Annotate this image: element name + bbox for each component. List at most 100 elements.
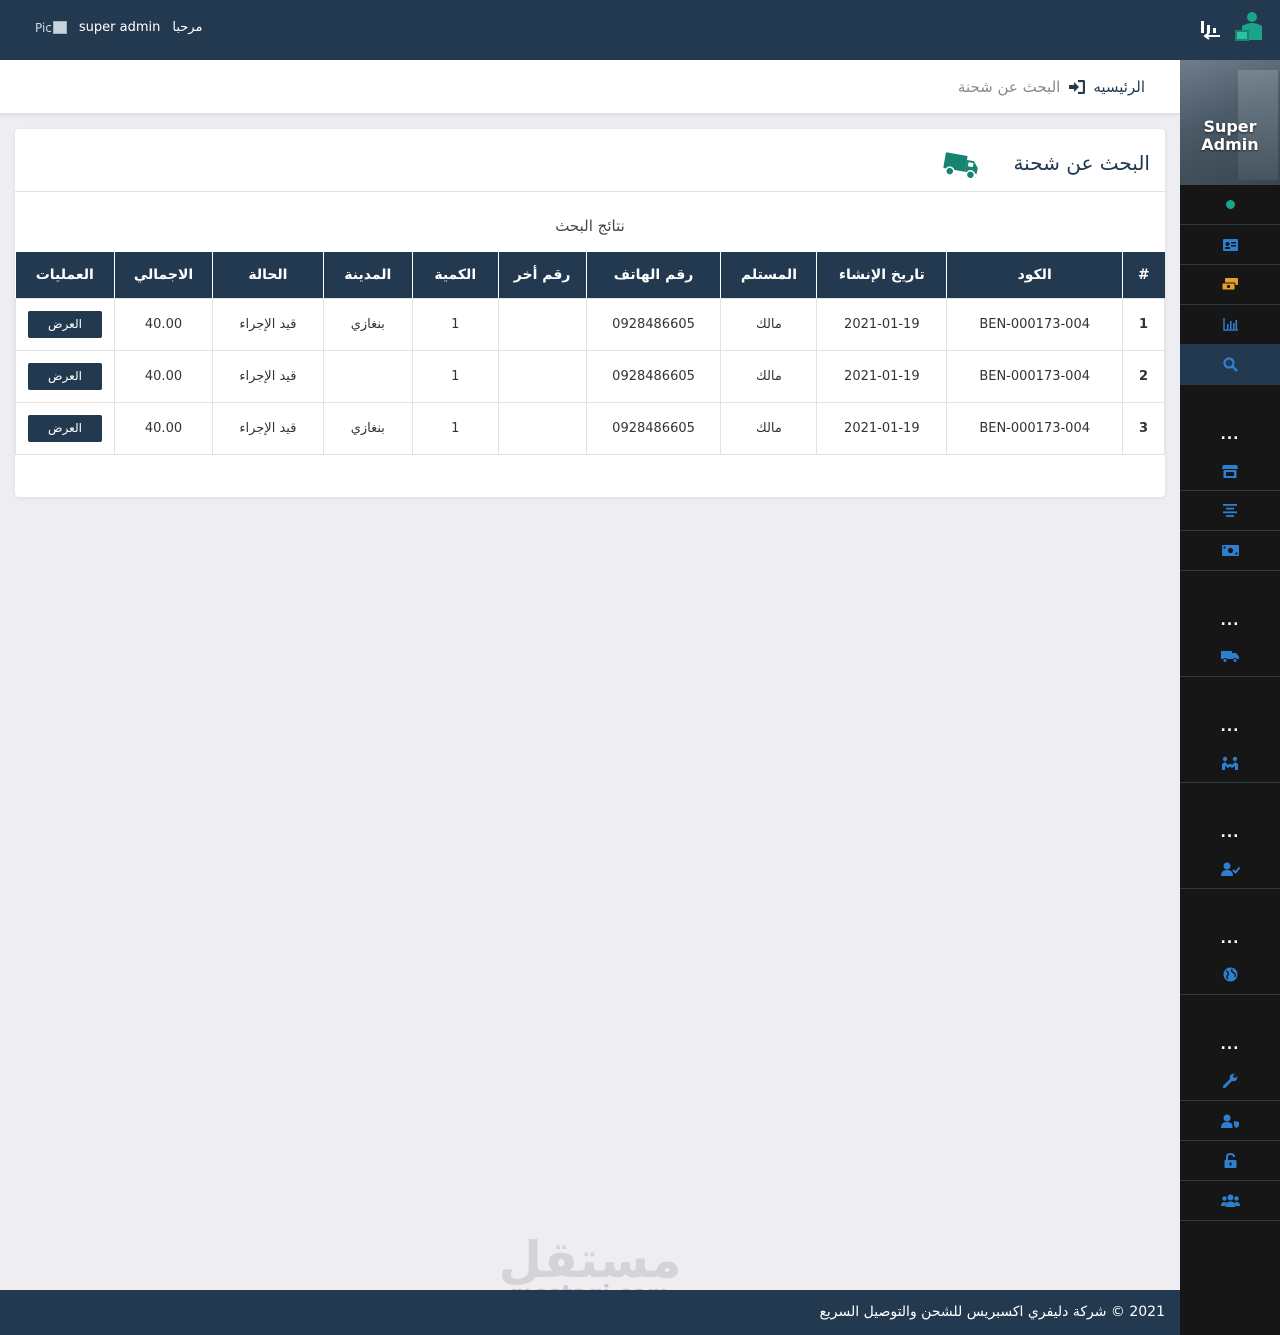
col-index: #: [1122, 252, 1165, 298]
bar-chart-icon: [1222, 318, 1238, 331]
cell-status: قيد الإجراء: [211, 297, 324, 351]
sign-out-icon: [1069, 80, 1086, 94]
sidebar-item-users-verify[interactable]: [1180, 849, 1280, 889]
cell-total: 40.00: [114, 349, 213, 403]
cell-created: 2021-01-19: [816, 349, 948, 403]
user-shield-icon: [1221, 1114, 1239, 1128]
sidebar-item-align[interactable]: [1180, 491, 1280, 531]
copyright-symbol: ©: [1110, 1304, 1125, 1320]
profile-name: Super Admin: [1180, 118, 1280, 154]
cell-city: بنغازي: [322, 297, 413, 351]
col-created: تاريخ الإنشاء: [816, 252, 947, 298]
cell-actions: العرض: [14, 297, 116, 351]
cell-index: 2: [1122, 349, 1165, 403]
table-header-row: # الكود تاريخ الإنشاء المستلم رقم الهاتف…: [15, 252, 1165, 298]
view-button[interactable]: العرض: [28, 310, 103, 338]
col-city: المدينة: [322, 252, 413, 298]
sidebar-item-partners[interactable]: [1180, 743, 1280, 783]
footer: 2021 © شركة دليفري اكسبريس للشحن والتوصي…: [0, 1290, 1180, 1335]
sidebar-item-store[interactable]: [1180, 451, 1280, 491]
cell-receiver: مالك: [720, 349, 818, 403]
sidebar: Super Admin ... ... ... ... ... ...: [1180, 0, 1280, 1335]
search-icon: [1222, 357, 1238, 372]
logo-icon: [1232, 10, 1266, 46]
footer-company: شركة دليفري اكسبريس للشحن والتوصيل السري…: [819, 1304, 1107, 1320]
align-center-icon: [1223, 504, 1237, 517]
cell-status: قيد الإجراء: [211, 349, 324, 403]
cell-created: 2021-01-19: [816, 401, 948, 455]
menu-toggle-icon[interactable]: [1200, 19, 1222, 45]
col-actions: العمليات: [15, 252, 115, 298]
sidebar-item-permissions[interactable]: [1180, 1101, 1280, 1141]
cell-status: قيد الإجراء: [211, 401, 324, 455]
users-icon: [1220, 1194, 1240, 1207]
breadcrumb: الرئيسيه البحث عن شحنة: [0, 60, 1180, 113]
col-status: الحالة: [211, 252, 324, 298]
truck-icon: [942, 149, 980, 185]
sidebar-section-separator: ...: [1220, 1037, 1240, 1053]
sidebar-item-search[interactable]: [1180, 345, 1280, 385]
sidebar-item-settings[interactable]: [1180, 1061, 1280, 1101]
cell-receiver: مالك: [720, 401, 818, 455]
col-receiver: المستلم: [720, 252, 817, 298]
cell-phone: 0928486605: [585, 349, 722, 403]
cell-code: BEN-000173-004: [946, 349, 1124, 403]
profile-name-line1: Super: [1203, 117, 1257, 136]
sidebar-item-id-card[interactable]: [1180, 225, 1280, 265]
sidebar-profile: Super Admin: [1180, 60, 1280, 185]
globe-icon: [1223, 967, 1237, 982]
cell-quantity: 1: [411, 401, 499, 455]
sidebar-item-cash[interactable]: [1180, 531, 1280, 571]
truck-icon: [1221, 651, 1239, 663]
cell-city: [322, 349, 413, 403]
cell-phone: 0928486605: [585, 401, 722, 455]
table-row: 2 BEN-000173-004 2021-01-19 مالك 0928486…: [14, 349, 1165, 403]
cell-index: 1: [1122, 297, 1165, 351]
sidebar-section-separator: ...: [1220, 427, 1240, 443]
view-button[interactable]: العرض: [28, 414, 103, 442]
cell-phone: 0928486605: [585, 297, 722, 351]
cell-created: 2021-01-19: [816, 297, 948, 351]
avatar-alt-text: Pic: [35, 20, 52, 35]
id-card-icon: [1222, 238, 1238, 251]
top-navbar: Pic super admin مرحبا: [0, 0, 1180, 60]
cash-icon: [1221, 545, 1239, 556]
cell-code: BEN-000173-004: [946, 297, 1124, 351]
wrench-icon: [1222, 1073, 1237, 1088]
sidebar-item-users[interactable]: [1180, 1181, 1280, 1221]
col-total: الاجمالي: [114, 252, 213, 298]
unlock-icon: [1224, 1153, 1236, 1168]
cell-alt-phone: [497, 349, 587, 403]
sidebar-item-status: [1180, 185, 1280, 225]
sidebar-item-reports[interactable]: [1180, 305, 1280, 345]
broken-image-icon: [52, 21, 67, 34]
card-header: البحث عن شحنة: [15, 129, 1165, 192]
col-alt-phone: رقم أخر: [497, 252, 587, 298]
sidebar-item-shipments[interactable]: [1180, 637, 1280, 677]
cell-index: 3: [1122, 401, 1165, 455]
sidebar-section-separator: ...: [1220, 613, 1240, 629]
cell-total: 40.00: [114, 401, 213, 455]
sidebar-item-cities[interactable]: [1180, 955, 1280, 995]
sidebar-section-separator: ...: [1220, 719, 1240, 735]
sidebar-section-separator: ...: [1220, 931, 1240, 947]
table-row: 3 BEN-000173-004 2021-01-19 مالك 0928486…: [14, 401, 1165, 455]
col-code: الكود: [946, 252, 1123, 298]
cell-code: BEN-000173-004: [946, 401, 1124, 455]
sidebar-item-money[interactable]: [1180, 265, 1280, 305]
footer-year: 2021: [1129, 1304, 1165, 1320]
cell-receiver: مالك: [720, 297, 818, 351]
sidebar-item-unlock[interactable]: [1180, 1141, 1280, 1181]
user-menu[interactable]: Pic super admin مرحبا: [35, 20, 202, 35]
breadcrumb-home[interactable]: الرئيسيه: [1093, 78, 1145, 96]
user-check-icon: [1220, 862, 1240, 876]
sidebar-header: [1180, 0, 1280, 60]
profile-name-line2: Admin: [1201, 135, 1259, 154]
view-button[interactable]: العرض: [28, 362, 103, 390]
search-results-card: البحث عن شحنة نتائج البحث # الكود تاريخ …: [14, 129, 1165, 497]
col-phone: رقم الهاتف: [585, 252, 721, 298]
col-quantity: الكمية: [411, 252, 499, 298]
avatar[interactable]: Pic: [35, 21, 67, 35]
cell-actions: العرض: [14, 349, 116, 403]
cell-city: بنغازي: [322, 401, 413, 455]
